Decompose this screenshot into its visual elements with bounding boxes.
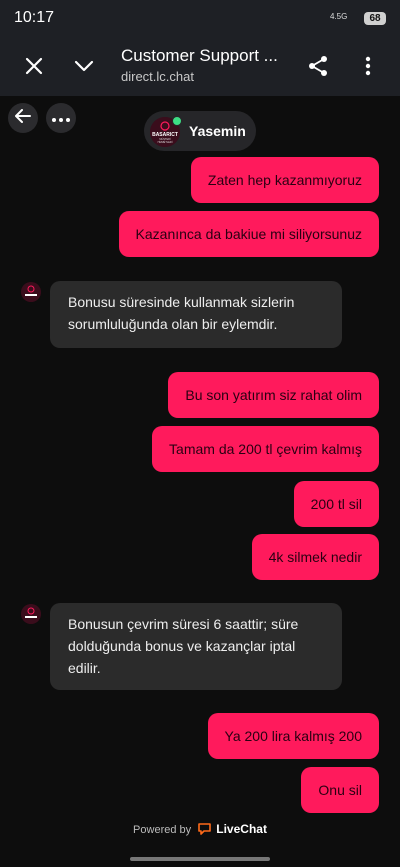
share-icon[interactable] bbox=[302, 50, 334, 82]
message-text: Bonusu süresinde kullanmak sizlerin soru… bbox=[68, 294, 295, 332]
message-text: Onu sil bbox=[318, 782, 362, 798]
agent-info[interactable]: BASARICT MÜŞTERİ HİZMETLERİ Yasemin bbox=[144, 111, 256, 151]
agent-message[interactable]: Bonusu süresinde kullanmak sizlerin soru… bbox=[50, 281, 342, 348]
browser-toolbar: Customer Support ... direct.lc.chat bbox=[0, 36, 400, 96]
online-status-dot bbox=[172, 116, 182, 126]
battery-icon: 68 bbox=[364, 12, 386, 25]
network-indicator: 4.5G bbox=[330, 12, 347, 21]
message-text: Zaten hep kazanmıyoruz bbox=[207, 172, 362, 188]
powered-by-label: Powered by bbox=[133, 824, 192, 836]
back-button[interactable] bbox=[8, 103, 38, 133]
more-horiz-icon bbox=[52, 109, 70, 127]
home-indicator[interactable] bbox=[130, 857, 270, 861]
message-text: Ya 200 lira kalmış 200 bbox=[224, 728, 362, 744]
message-text: Bonusun çevrim süresi 6 saattir; süre do… bbox=[68, 616, 299, 676]
user-message[interactable]: Onu sil bbox=[301, 767, 379, 813]
user-message[interactable]: Ya 200 lira kalmış 200 bbox=[207, 713, 379, 759]
user-message[interactable]: Kazanınca da bakiue mi siliyorsunuz bbox=[118, 211, 379, 257]
agent-message[interactable]: Bonusun çevrim süresi 6 saattir; süre do… bbox=[50, 603, 342, 690]
user-message[interactable]: Tamam da 200 tl çevrim kalmış bbox=[152, 426, 379, 472]
agent-avatar-small bbox=[21, 282, 41, 302]
agent-name: Yasemin bbox=[189, 123, 246, 139]
chevron-down-icon[interactable] bbox=[68, 50, 100, 82]
message-text: 4k silmek nedir bbox=[268, 549, 362, 565]
livechat-logo-icon bbox=[198, 822, 212, 838]
agent-avatar-small bbox=[21, 604, 41, 624]
user-message[interactable]: Zaten hep kazanmıyoruz bbox=[190, 157, 379, 203]
page-url[interactable]: direct.lc.chat bbox=[121, 69, 194, 84]
message-text: Tamam da 200 tl çevrim kalmış bbox=[169, 441, 362, 457]
close-icon[interactable] bbox=[18, 50, 50, 82]
message-text: Bu son yatırım siz rahat olim bbox=[185, 387, 362, 403]
livechat-brand: LiveChat bbox=[216, 822, 267, 836]
more-vert-icon[interactable] bbox=[352, 50, 384, 82]
user-message[interactable]: 200 tl sil bbox=[293, 481, 379, 527]
powered-by-footer[interactable]: Powered by LiveChat bbox=[0, 822, 400, 838]
user-message[interactable]: 4k silmek nedir bbox=[251, 534, 379, 580]
status-bar: 10:17 4.5G 68 bbox=[0, 0, 400, 36]
user-message[interactable]: Bu son yatırım siz rahat olim bbox=[168, 372, 379, 418]
more-options-button[interactable] bbox=[46, 103, 76, 133]
agent-logo-sub2: HİZMETLERİ bbox=[158, 141, 173, 144]
message-text: 200 tl sil bbox=[310, 496, 362, 512]
status-time: 10:17 bbox=[14, 9, 55, 26]
network-type: 4.5G bbox=[330, 12, 348, 21]
back-arrow-icon bbox=[15, 108, 31, 128]
message-text: Kazanınca da bakiue mi siliyorsunuz bbox=[135, 226, 362, 242]
page-title[interactable]: Customer Support ... bbox=[121, 46, 278, 66]
